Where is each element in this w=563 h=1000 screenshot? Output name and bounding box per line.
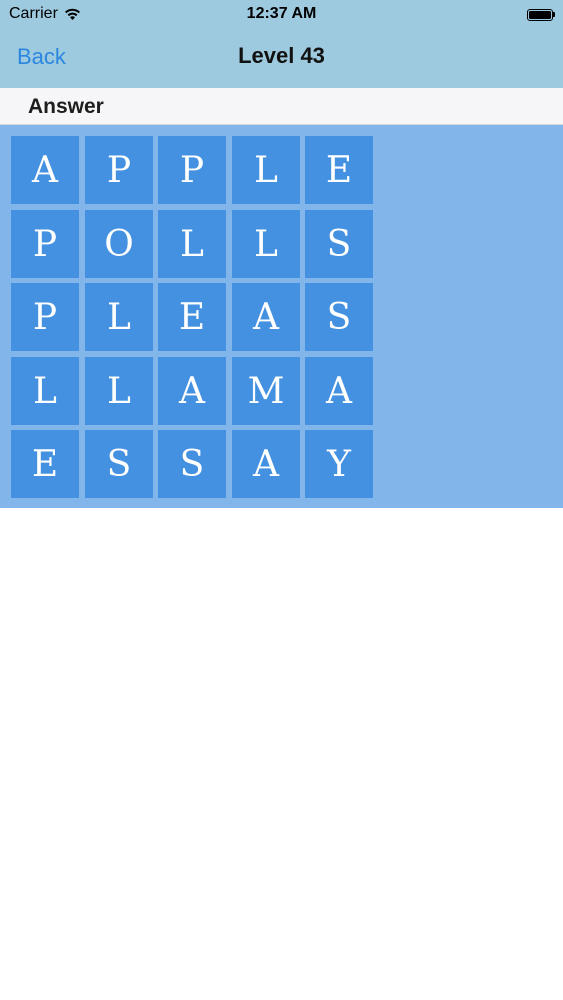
- status-bar: Carrier 12:37 AM: [0, 0, 563, 30]
- letter-tile[interactable]: M: [232, 357, 300, 425]
- letter-tile[interactable]: A: [11, 136, 79, 204]
- letter-tile[interactable]: L: [158, 210, 226, 278]
- letter-tile[interactable]: S: [85, 430, 153, 498]
- letter-tile[interactable]: L: [85, 357, 153, 425]
- navigation-bar: Back Level 43: [0, 30, 563, 88]
- answer-bar: Answer: [0, 88, 563, 125]
- letter-tile[interactable]: E: [11, 430, 79, 498]
- letter-tile[interactable]: O: [85, 210, 153, 278]
- answer-label: Answer: [28, 95, 104, 118]
- letter-tile[interactable]: S: [158, 430, 226, 498]
- letter-tile[interactable]: A: [305, 357, 373, 425]
- letter-tile[interactable]: E: [158, 283, 226, 351]
- top-bar: Carrier 12:37 AM Back Level 43: [0, 0, 563, 88]
- status-time: 12:37 AM: [246, 5, 317, 22]
- letter-tile[interactable]: S: [305, 283, 373, 351]
- letter-tile[interactable]: L: [85, 283, 153, 351]
- letter-tile[interactable]: L: [11, 357, 79, 425]
- battery-icon: [527, 8, 555, 21]
- letter-tile[interactable]: L: [232, 210, 300, 278]
- letter-tile[interactable]: P: [11, 210, 79, 278]
- letter-grid: APPLEPOLLSPLEASLLAMAESSAY: [0, 125, 563, 508]
- letter-tile[interactable]: P: [11, 283, 79, 351]
- letter-tile[interactable]: Y: [305, 430, 373, 498]
- letter-tile[interactable]: A: [232, 283, 300, 351]
- letter-tile[interactable]: P: [85, 136, 153, 204]
- letter-tile[interactable]: L: [232, 136, 300, 204]
- letter-tile[interactable]: A: [158, 357, 226, 425]
- letter-tile[interactable]: P: [158, 136, 226, 204]
- letter-tile[interactable]: S: [305, 210, 373, 278]
- letter-tile[interactable]: A: [232, 430, 300, 498]
- page-title: Level 43: [238, 43, 325, 68]
- letter-tile[interactable]: E: [305, 136, 373, 204]
